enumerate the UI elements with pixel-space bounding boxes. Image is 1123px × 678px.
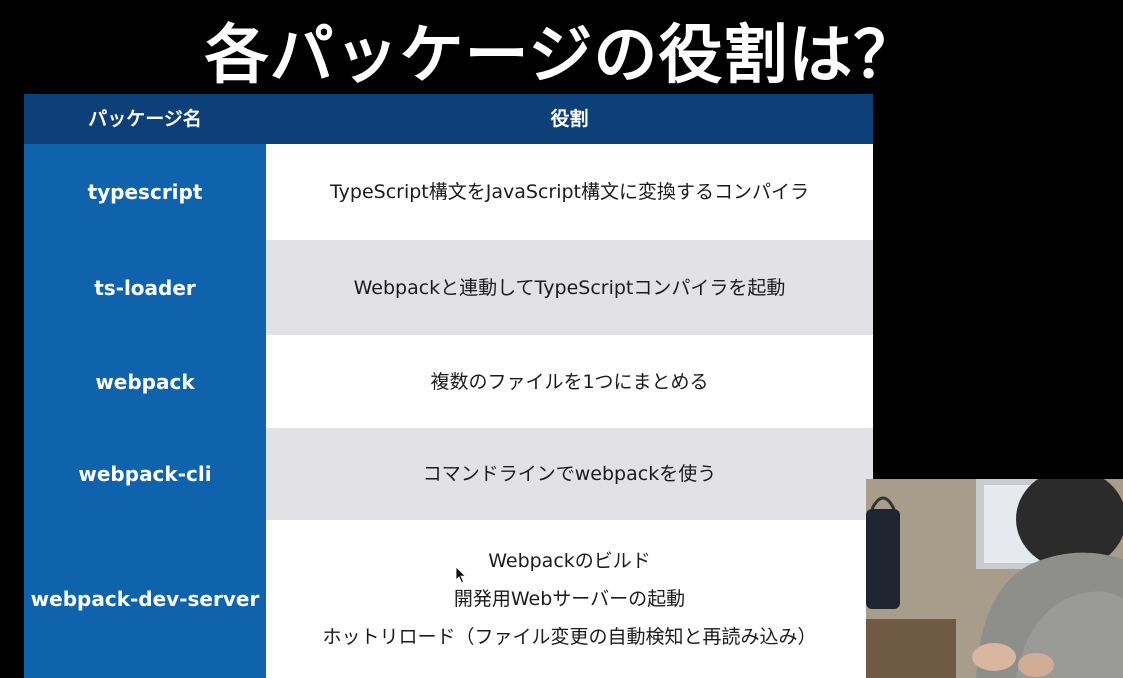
package-role-table: パッケージ名 役割 typescript TypeScript構文をJavaSc… [24,94,873,678]
table-row: webpack-dev-server Webpackのビルド 開発用Webサーバ… [24,520,873,678]
header-package-name: パッケージ名 [88,108,202,130]
role-text: TypeScript構文をJavaScript構文に変換するコンパイラ [330,181,809,203]
package-name-cell: ts-loader [24,240,266,335]
role-text: ホットリロード（ファイル変更の自動検知と再読み込み） [322,626,817,648]
role-cell: Webpackと連動してTypeScriptコンパイラを起動 [266,240,873,335]
table-row: ts-loader Webpackと連動してTypeScriptコンパイラを起動 [24,240,873,335]
webcam-overlay [866,479,1123,678]
role-text: コマンドラインでwebpackを使う [422,463,717,485]
table-row: webpack 複数のファイルを1つにまとめる [24,335,873,428]
slide-title: 各パッケージの役割は？ [204,19,919,93]
role-cell: 複数のファイルを1つにまとめる [266,335,873,428]
role-text: Webpackのビルド [488,550,651,572]
package-name-cell: webpack [24,335,266,428]
role-text: 開発用Webサーバーの起動 [453,588,686,610]
table-row: webpack-cli コマンドラインでwebpackを使う [24,428,873,520]
role-text: Webpackと連動してTypeScriptコンパイラを起動 [353,276,786,299]
package-name-cell: webpack-dev-server [24,520,266,678]
table-header: パッケージ名 役割 [24,94,873,144]
role-text: 複数のファイルを1つにまとめる [430,370,709,393]
role-cell: コマンドラインでwebpackを使う [266,428,873,520]
header-role: 役割 [550,108,589,130]
webcam-scene [866,479,1123,678]
table-row: typescript TypeScript構文をJavaScript構文に変換す… [24,144,873,240]
package-name-cell: webpack-cli [24,428,266,520]
package-name-cell: typescript [24,144,266,240]
role-cell: TypeScript構文をJavaScript構文に変換するコンパイラ [266,144,873,240]
mouse-pointer-icon [455,566,467,584]
role-cell: Webpackのビルド 開発用Webサーバーの起動 ホットリロード（ファイル変更… [266,520,873,678]
